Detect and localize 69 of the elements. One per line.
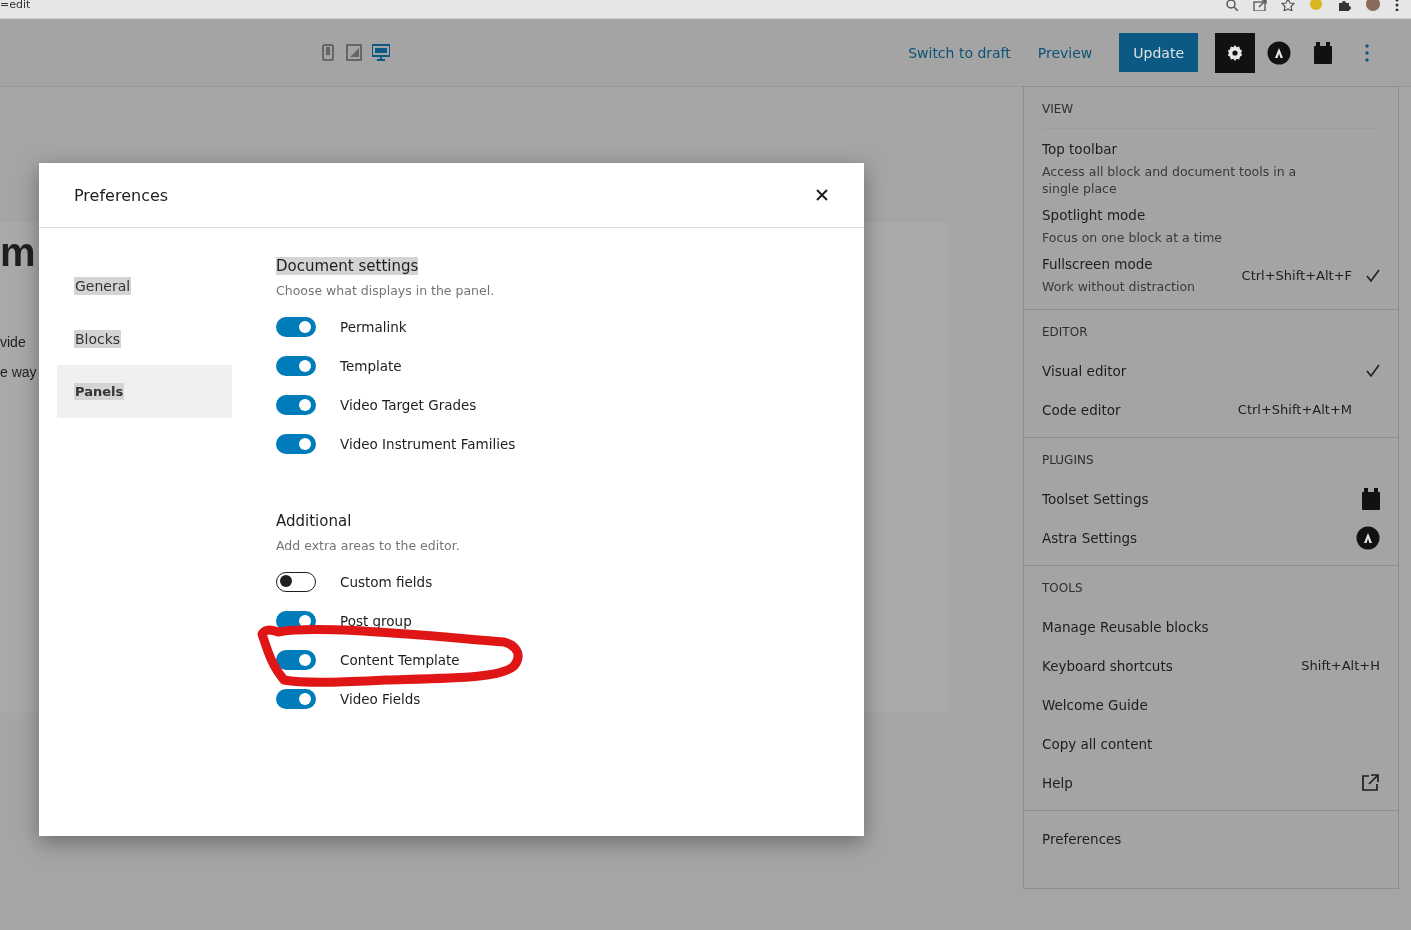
menu-item[interactable]: Code editor Ctrl+Shift+Alt+M xyxy=(1042,390,1380,429)
menu-item[interactable]: Spotlight mode Focus on one block at a time xyxy=(1042,203,1380,252)
toolbar-link[interactable]: Switch to draft xyxy=(908,44,1011,61)
menu-item[interactable]: Help xyxy=(1042,763,1380,802)
toggle-switch[interactable] xyxy=(276,316,316,337)
toggle-label: Video Instrument Families xyxy=(340,435,516,452)
toggle-switch[interactable] xyxy=(276,649,316,670)
search-icon[interactable] xyxy=(1225,0,1239,11)
puzzle-icon[interactable] xyxy=(1337,0,1351,11)
settings-button[interactable] xyxy=(1215,32,1255,73)
astra-logo-icon[interactable] xyxy=(1267,40,1291,65)
close-icon[interactable] xyxy=(815,188,829,202)
menu-item[interactable]: Welcome Guide xyxy=(1042,685,1380,724)
menu-item[interactable]: Manage Reusable blocks xyxy=(1042,607,1380,646)
menu-item-description: Access all block and document tools in a single place xyxy=(1042,163,1298,197)
section-title: Document settings xyxy=(276,257,419,275)
toggle-switch[interactable] xyxy=(276,394,316,415)
nav-tab[interactable]: General xyxy=(57,259,232,312)
toolset-icon[interactable] xyxy=(1314,41,1332,64)
shortcut-text: Ctrl+Shift+Alt+M xyxy=(1237,402,1352,417)
toggle-label: Custom fields xyxy=(340,573,433,590)
menu-item[interactable]: Astra Settings xyxy=(1042,518,1380,557)
toggle-label: Post group xyxy=(340,612,412,629)
section-description: Add extra areas to the editor. xyxy=(276,538,461,553)
toolbar-link[interactable]: Preview xyxy=(1037,44,1093,61)
heading-text: m xyxy=(0,229,36,276)
menu-item[interactable]: Preferences xyxy=(1042,819,1380,858)
toggle-switch[interactable] xyxy=(276,571,316,592)
astra-logo-icon xyxy=(1356,525,1380,550)
toggle-label: Video Fields xyxy=(340,690,421,707)
menu-group-heading: TOOLS xyxy=(1042,580,1084,597)
toggle-switch[interactable] xyxy=(276,688,316,709)
toggle-label: Template xyxy=(340,357,402,374)
desktop-view-icon[interactable] xyxy=(372,44,390,61)
menu-item[interactable]: Top toolbar Access all block and document tools in a single place xyxy=(1042,137,1380,203)
address-text: =edit xyxy=(0,0,31,10)
toggle-switch[interactable] xyxy=(276,433,316,454)
menu-item[interactable]: Keyboard shortcuts Shift+Alt+H xyxy=(1042,646,1380,685)
toolset-icon xyxy=(1362,487,1380,510)
menu-item-description: Work without distraction xyxy=(1042,278,1196,295)
menu-group-heading: PLUGINS xyxy=(1042,452,1095,469)
menu-group-heading: EDITOR xyxy=(1042,324,1089,341)
gear-icon xyxy=(1226,43,1244,62)
avatar-icon[interactable] xyxy=(1365,0,1381,11)
toggle-switch[interactable] xyxy=(276,355,316,376)
toggle-label: Permalink xyxy=(340,318,407,335)
dialog-title: Preferences xyxy=(74,185,169,205)
star-icon[interactable] xyxy=(1281,0,1295,11)
menu-item[interactable]: Copy all content xyxy=(1042,724,1380,763)
menu-group-heading: VIEW xyxy=(1042,95,1380,129)
shortcut-text: Shift+Alt+H xyxy=(1301,658,1380,673)
options-menu-icon[interactable] xyxy=(1365,43,1369,62)
menu-item[interactable]: Fullscreen mode Work without distraction Ctrl+Shift+Alt+F xyxy=(1042,252,1380,301)
toggle-label: Video Target Grades xyxy=(340,396,477,413)
menu-item[interactable]: Toolset Settings xyxy=(1042,479,1380,518)
shortcut-text: Ctrl+Shift+Alt+F xyxy=(1241,268,1352,283)
body-text: vide xyxy=(0,333,27,352)
body-text: e way xyxy=(0,363,36,382)
update-button[interactable]: Update xyxy=(1119,33,1198,72)
menu-icon[interactable] xyxy=(1395,0,1399,11)
nav-tab[interactable]: Panels xyxy=(57,365,232,418)
share-icon[interactable] xyxy=(1253,0,1267,11)
external-link-icon xyxy=(1360,772,1380,793)
toggle-label: Content Template xyxy=(340,651,460,668)
nav-tab[interactable]: Blocks xyxy=(57,312,232,365)
section-title: Additional xyxy=(276,512,352,530)
menu-item-description: Focus on one block at a time xyxy=(1042,229,1222,246)
section-description: Choose what displays in the panel. xyxy=(276,283,496,298)
menu-item[interactable]: Visual editor xyxy=(1042,351,1380,390)
